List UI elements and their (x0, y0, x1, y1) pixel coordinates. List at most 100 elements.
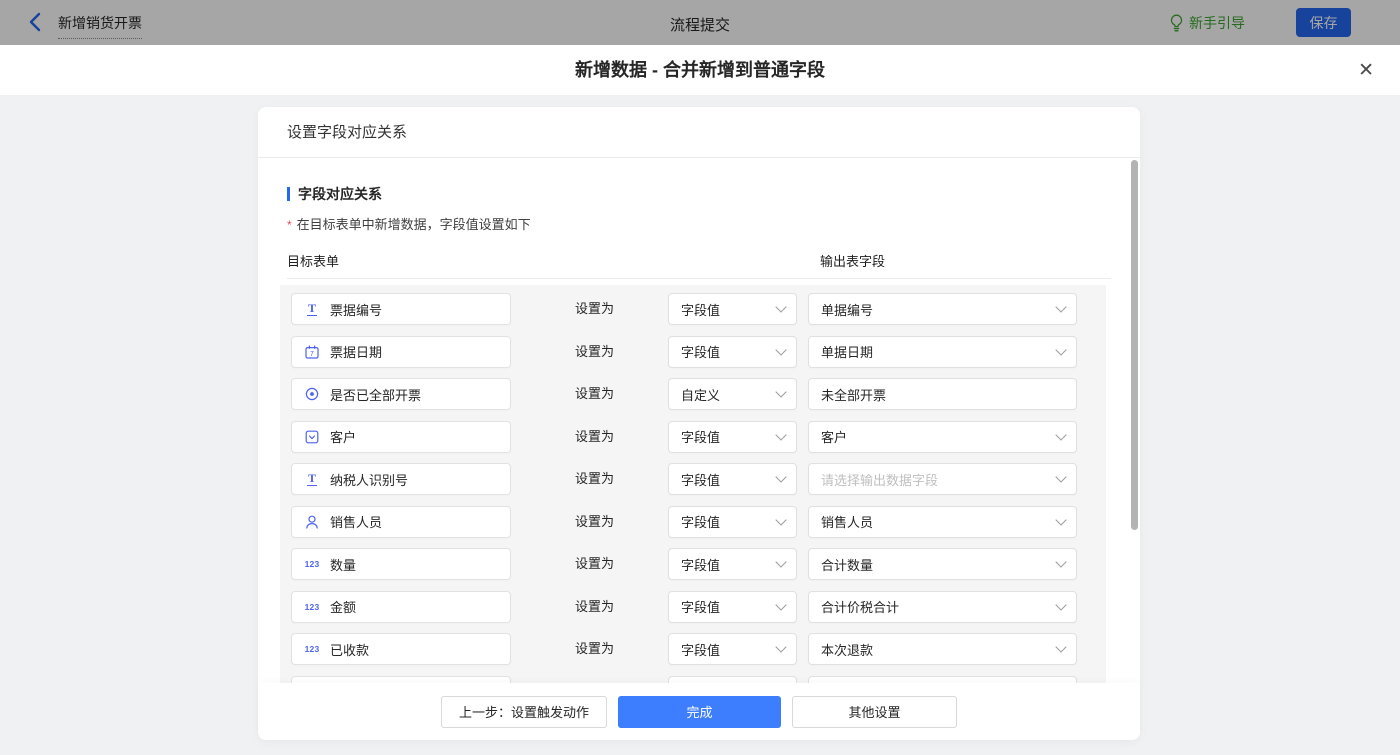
value-mode-select[interactable] (668, 676, 797, 684)
chevron-down-icon (775, 599, 786, 610)
value-mode-text: 字段值 (681, 640, 777, 659)
chevron-down-icon (1055, 301, 1066, 312)
chevron-down-icon (775, 471, 786, 482)
value-mode-text: 字段值 (681, 300, 777, 319)
section-accent-bar (287, 187, 290, 201)
target-field-box[interactable]: 7 123 金额 (291, 591, 511, 623)
target-field-box[interactable]: 7 (291, 676, 511, 684)
value-mode-text: 字段值 (681, 512, 777, 531)
chevron-down-icon (775, 556, 786, 567)
vertical-scrollbar-thumb[interactable] (1131, 160, 1138, 530)
target-field-label: 票据日期 (330, 342, 382, 361)
svg-text:7: 7 (310, 351, 314, 358)
output-field-text: 客户 (821, 427, 1057, 446)
field-type-icon: 7 123 (304, 559, 320, 569)
value-mode-select[interactable]: 字段值 (668, 421, 797, 453)
target-field-label: 已收款 (330, 640, 369, 659)
output-field-control[interactable]: 销售人员 (808, 506, 1077, 538)
panel-footer: 上一步：设置触发动作 完成 其他设置 (258, 683, 1140, 740)
target-field-box[interactable]: T 7 (291, 293, 511, 325)
text-field-icon: T (307, 472, 317, 486)
target-field-label: 数量 (330, 555, 356, 574)
modal-dim-overlay (0, 0, 1400, 45)
value-mode-select[interactable]: 字段值 (668, 336, 797, 368)
target-field-box[interactable]: 7 票据日期 (291, 336, 511, 368)
chevron-down-icon (775, 344, 786, 355)
field-type-icon: 7 (304, 430, 320, 444)
output-field-control[interactable]: 客户 (808, 421, 1077, 453)
value-mode-text: 字段值 (681, 342, 777, 361)
done-button[interactable]: 完成 (618, 696, 781, 728)
target-field-label: 金额 (330, 597, 356, 616)
panel-header-title: 设置字段对应关系 (258, 107, 1140, 158)
section-title: 字段对应关系 (287, 184, 1140, 204)
radio-icon (305, 387, 319, 401)
target-field-box[interactable]: 7 销售人员 (291, 506, 511, 538)
field-type-icon: 7 (304, 387, 320, 401)
output-field-text: 本次退款 (821, 640, 1057, 659)
output-value-input[interactable]: 未全部开票 (808, 378, 1077, 410)
field-type-icon: T 7 (304, 472, 320, 486)
output-field-control[interactable]: 合计数量 (808, 548, 1077, 580)
output-field-text: 未全部开票 (821, 385, 1065, 404)
chevron-down-icon (1055, 344, 1066, 355)
target-field-label: 纳税人识别号 (330, 470, 408, 489)
set-as-label: 设置为 (575, 591, 614, 623)
target-field-box[interactable]: T 7 (291, 463, 511, 495)
value-mode-select[interactable]: 字段值 (668, 463, 797, 495)
target-field-box[interactable]: 7 客户 (291, 421, 511, 453)
field-mapping-row: 7 123 金额 设置为 字段值 (280, 591, 1106, 623)
set-as-label: 设置为 (575, 293, 614, 325)
output-field-control[interactable]: 单据编号 (808, 293, 1077, 325)
field-mapping-row: 7 是否已全部开票 设置为 自定义 (280, 378, 1106, 410)
field-type-icon: 7 (304, 345, 320, 359)
field-type-icon: 7 (304, 515, 320, 529)
set-as-label: 设置为 (575, 506, 614, 538)
select-icon (305, 430, 319, 444)
value-mode-text: 字段值 (681, 597, 777, 616)
field-mapping-row: 7 销售人员 设置为 字段值 (280, 506, 1106, 538)
value-mode-select[interactable]: 字段值 (668, 293, 797, 325)
output-field-control[interactable]: 单据日期 (808, 336, 1077, 368)
required-mark: * (287, 218, 292, 232)
output-field-control[interactable] (808, 676, 1077, 684)
target-field-box[interactable]: 7 123 数量 (291, 548, 511, 580)
field-mapping-row: 7 123 数量 设置为 字段值 (280, 548, 1106, 580)
rows-area: T 7 (280, 285, 1106, 683)
field-mapping-row: 7 123 已收款 设置为 字段值 (280, 633, 1106, 665)
field-mapping-row: T 7 (280, 293, 1106, 325)
close-icon[interactable]: ✕ (1358, 45, 1374, 95)
previous-step-button[interactable]: 上一步：设置触发动作 (441, 696, 607, 728)
chevron-down-icon (1055, 471, 1066, 482)
target-field-box[interactable]: 7 123 已收款 (291, 633, 511, 665)
field-type-icon: 7 123 (304, 644, 320, 654)
value-mode-select[interactable]: 字段值 (668, 506, 797, 538)
column-header-output-fields: 输出表字段 (820, 251, 885, 270)
set-as-label: 设置为 (575, 548, 614, 580)
column-headers: 目标表单 输出表字段 (287, 248, 1111, 279)
chevron-down-icon (1055, 599, 1066, 610)
field-mapping-row: 7 客户 设置为 字段值 (280, 421, 1106, 453)
output-field-control[interactable]: 本次退款 (808, 633, 1077, 665)
target-field-label: 销售人员 (330, 512, 382, 531)
output-field-control[interactable]: 合计价税合计 (808, 591, 1077, 623)
target-field-label: 是否已全部开票 (330, 385, 421, 404)
set-as-label: 设置为 (575, 463, 614, 495)
other-settings-button[interactable]: 其他设置 (792, 696, 957, 728)
hint-line: *在目标表单中新增数据，字段值设置如下 (287, 214, 1140, 233)
modal-title: 新增数据 - 合并新增到普通字段 (0, 45, 1400, 95)
output-field-text: 合计数量 (821, 555, 1057, 574)
value-mode-select[interactable]: 自定义 (668, 378, 797, 410)
target-field-box[interactable]: 7 是否已全部开票 (291, 378, 511, 410)
value-mode-select[interactable]: 字段值 (668, 633, 797, 665)
output-field-control[interactable]: 请选择输出数据字段 (808, 463, 1077, 495)
number-icon: 123 (305, 644, 320, 654)
field-mapping-panel: 设置字段对应关系 字段对应关系 *在目标表单中新增数据，字段值设置如下 目标表单… (258, 107, 1140, 740)
number-icon: 123 (305, 602, 320, 612)
value-mode-select[interactable]: 字段值 (668, 591, 797, 623)
output-field-text: 单据编号 (821, 300, 1057, 319)
value-mode-select[interactable]: 字段值 (668, 548, 797, 580)
chevron-down-icon (1055, 556, 1066, 567)
set-as-label: 设置为 (575, 378, 614, 410)
value-mode-text: 字段值 (681, 427, 777, 446)
